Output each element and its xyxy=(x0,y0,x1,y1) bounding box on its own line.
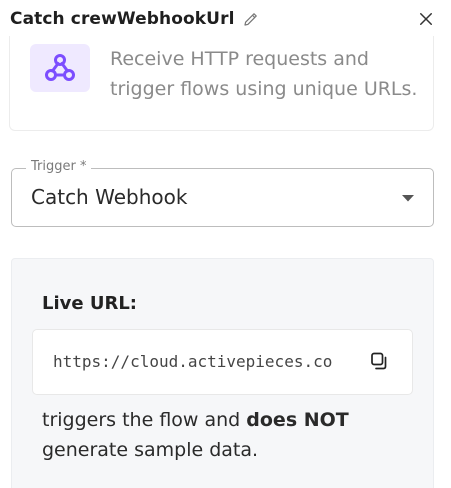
note-text-bold: does NOT xyxy=(246,409,349,431)
caret-down-icon xyxy=(402,195,414,202)
live-url-box: https://cloud.activepieces.co xyxy=(32,329,413,395)
step-title[interactable]: Catch crewWebhookUrl xyxy=(10,9,235,29)
panel-header: Catch crewWebhookUrl xyxy=(0,0,451,40)
piece-description-card: Receive HTTP requests and trigger flows … xyxy=(9,36,434,131)
description-line-1: Receive HTTP requests and xyxy=(110,48,369,70)
webhook-info-panel: Live URL: https://cloud.activepieces.co … xyxy=(11,258,434,488)
webhook-icon xyxy=(45,54,75,81)
pencil-icon[interactable] xyxy=(242,10,260,28)
piece-description: Receive HTTP requests and trigger flows … xyxy=(110,44,430,104)
trigger-selected-value: Catch Webhook xyxy=(31,185,188,209)
description-line-2: trigger flows using unique URLs. xyxy=(110,78,418,100)
trigger-label: Trigger * xyxy=(26,159,92,174)
piece-logo xyxy=(30,44,90,92)
close-icon[interactable] xyxy=(417,10,435,28)
live-url-label: Live URL: xyxy=(42,293,137,314)
trigger-select[interactable]: Trigger * Catch Webhook xyxy=(11,159,434,227)
live-url-text[interactable]: https://cloud.activepieces.co xyxy=(53,352,353,371)
copy-icon[interactable] xyxy=(369,351,389,371)
step-settings-panel: Catch crewWebhookUrl Receive HTTP reques… xyxy=(0,0,451,488)
note-text-end: generate sample data. xyxy=(42,439,259,461)
live-url-note: triggers the flow and does NOT generate … xyxy=(42,405,422,465)
note-text-start: triggers the flow and xyxy=(42,409,247,431)
